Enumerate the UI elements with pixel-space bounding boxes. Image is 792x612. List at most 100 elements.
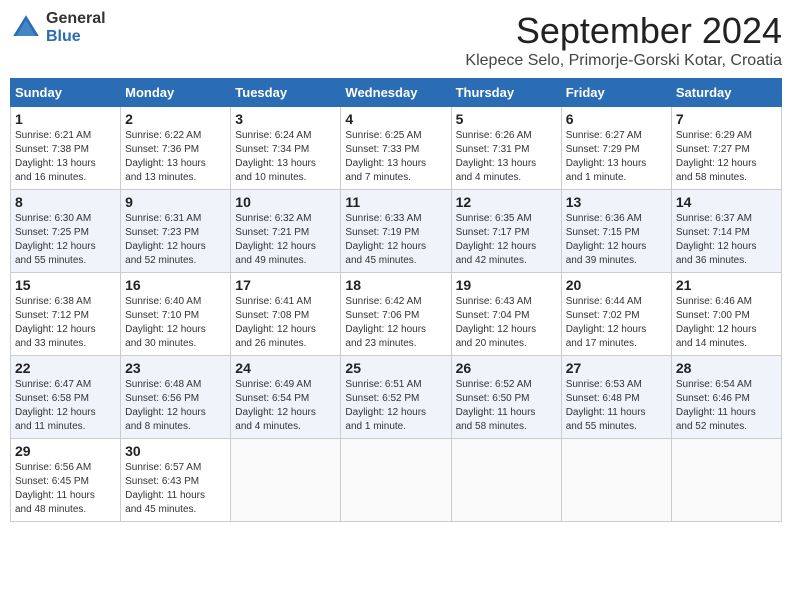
day-info: Sunrise: 6:24 AM Sunset: 7:34 PM Dayligh… — [235, 129, 336, 185]
day-number: 8 — [15, 194, 116, 210]
logo-icon — [10, 12, 42, 44]
calendar-cell: 14 Sunrise: 6:37 AM Sunset: 7:14 PM Dayli… — [671, 190, 781, 273]
day-info: Sunrise: 6:49 AM Sunset: 6:54 PM Dayligh… — [235, 378, 336, 434]
calendar-cell: 1Sunrise: 6:21 AM Sunset: 7:38 PM Daylig… — [11, 107, 121, 190]
calendar-cell: 3 Sunrise: 6:24 AM Sunset: 7:34 PM Daylig… — [231, 107, 341, 190]
day-info: Sunrise: 6:33 AM Sunset: 7:19 PM Dayligh… — [345, 212, 446, 268]
weekday-header-saturday: Saturday — [671, 79, 781, 107]
logo: General Blue — [10, 10, 106, 45]
day-info: Sunrise: 6:44 AM Sunset: 7:02 PM Dayligh… — [566, 295, 667, 351]
calendar-cell — [561, 439, 671, 522]
day-number: 3 — [235, 111, 336, 127]
calendar-cell: 18Sunrise: 6:42 AM Sunset: 7:06 PM Dayli… — [341, 273, 451, 356]
day-number: 7 — [676, 111, 777, 127]
calendar-cell — [341, 439, 451, 522]
day-info: Sunrise: 6:32 AM Sunset: 7:21 PM Dayligh… — [235, 212, 336, 268]
day-number: 30 — [125, 443, 226, 459]
day-number: 1 — [15, 111, 116, 127]
day-number: 20 — [566, 277, 667, 293]
day-info: Sunrise: 6:25 AM Sunset: 7:33 PM Dayligh… — [345, 129, 446, 185]
calendar-week-4: 22 Sunrise: 6:47 AM Sunset: 6:58 PM Dayli… — [11, 356, 782, 439]
day-number: 16 — [125, 277, 226, 293]
weekday-header-tuesday: Tuesday — [231, 79, 341, 107]
logo-blue: Blue — [46, 28, 106, 46]
day-number: 17 — [235, 277, 336, 293]
calendar-week-5: 29 Sunrise: 6:56 AM Sunset: 6:45 PM Dayli… — [11, 439, 782, 522]
weekday-header-sunday: Sunday — [11, 79, 121, 107]
header-row: SundayMondayTuesdayWednesdayThursdayFrid… — [11, 79, 782, 107]
calendar-cell: 24 Sunrise: 6:49 AM Sunset: 6:54 PM Dayli… — [231, 356, 341, 439]
title-block: September 2024 Klepece Selo, Primorje-Go… — [465, 10, 782, 70]
day-number: 13 — [566, 194, 667, 210]
day-info: Sunrise: 6:56 AM Sunset: 6:45 PM Dayligh… — [15, 461, 116, 517]
calendar-cell: 5Sunrise: 6:26 AM Sunset: 7:31 PM Daylig… — [451, 107, 561, 190]
location-title: Klepece Selo, Primorje-Gorski Kotar, Cro… — [465, 52, 782, 70]
day-info: Sunrise: 6:46 AM Sunset: 7:00 PM Dayligh… — [676, 295, 777, 351]
day-info: Sunrise: 6:29 AM Sunset: 7:27 PM Dayligh… — [676, 129, 777, 185]
day-info: Sunrise: 6:57 AM Sunset: 6:43 PM Dayligh… — [125, 461, 226, 517]
day-number: 15 — [15, 277, 116, 293]
day-info: Sunrise: 6:37 AM Sunset: 7:14 PM Dayligh… — [676, 212, 777, 268]
calendar-cell: 11 Sunrise: 6:33 AM Sunset: 7:19 PM Dayli… — [341, 190, 451, 273]
calendar-cell: 8 Sunrise: 6:30 AM Sunset: 7:25 PM Daylig… — [11, 190, 121, 273]
day-info: Sunrise: 6:52 AM Sunset: 6:50 PM Dayligh… — [456, 378, 557, 434]
day-info: Sunrise: 6:41 AM Sunset: 7:08 PM Dayligh… — [235, 295, 336, 351]
day-number: 21 — [676, 277, 777, 293]
weekday-header-friday: Friday — [561, 79, 671, 107]
weekday-header-monday: Monday — [121, 79, 231, 107]
day-number: 22 — [15, 360, 116, 376]
day-number: 27 — [566, 360, 667, 376]
day-info: Sunrise: 6:53 AM Sunset: 6:48 PM Dayligh… — [566, 378, 667, 434]
calendar-table: SundayMondayTuesdayWednesdayThursdayFrid… — [10, 78, 782, 522]
day-info: Sunrise: 6:51 AM Sunset: 6:52 PM Dayligh… — [345, 378, 446, 434]
calendar-cell: 9 Sunrise: 6:31 AM Sunset: 7:23 PM Daylig… — [121, 190, 231, 273]
logo-general: General — [46, 10, 106, 28]
month-title: September 2024 — [465, 10, 782, 52]
day-info: Sunrise: 6:31 AM Sunset: 7:23 PM Dayligh… — [125, 212, 226, 268]
day-info: Sunrise: 6:42 AM Sunset: 7:06 PM Dayligh… — [345, 295, 446, 351]
calendar-cell: 28 Sunrise: 6:54 AM Sunset: 6:46 PM Dayli… — [671, 356, 781, 439]
day-info: Sunrise: 6:38 AM Sunset: 7:12 PM Dayligh… — [15, 295, 116, 351]
day-info: Sunrise: 6:30 AM Sunset: 7:25 PM Dayligh… — [15, 212, 116, 268]
day-number: 14 — [676, 194, 777, 210]
calendar-cell: 23 Sunrise: 6:48 AM Sunset: 6:56 PM Dayli… — [121, 356, 231, 439]
day-number: 12 — [456, 194, 557, 210]
day-info: Sunrise: 6:47 AM Sunset: 6:58 PM Dayligh… — [15, 378, 116, 434]
calendar-cell: 15 Sunrise: 6:38 AM Sunset: 7:12 PM Dayli… — [11, 273, 121, 356]
calendar-cell: 16Sunrise: 6:40 AM Sunset: 7:10 PM Dayli… — [121, 273, 231, 356]
calendar-cell: 27 Sunrise: 6:53 AM Sunset: 6:48 PM Dayli… — [561, 356, 671, 439]
day-info: Sunrise: 6:35 AM Sunset: 7:17 PM Dayligh… — [456, 212, 557, 268]
day-info: Sunrise: 6:48 AM Sunset: 6:56 PM Dayligh… — [125, 378, 226, 434]
calendar-cell: 6Sunrise: 6:27 AM Sunset: 7:29 PM Daylig… — [561, 107, 671, 190]
day-info: Sunrise: 6:54 AM Sunset: 6:46 PM Dayligh… — [676, 378, 777, 434]
weekday-header-wednesday: Wednesday — [341, 79, 451, 107]
day-info: Sunrise: 6:36 AM Sunset: 7:15 PM Dayligh… — [566, 212, 667, 268]
day-number: 10 — [235, 194, 336, 210]
day-number: 26 — [456, 360, 557, 376]
calendar-cell: 10 Sunrise: 6:32 AM Sunset: 7:21 PM Dayli… — [231, 190, 341, 273]
calendar-cell: 7 Sunrise: 6:29 AM Sunset: 7:27 PM Daylig… — [671, 107, 781, 190]
calendar-cell: 19Sunrise: 6:43 AM Sunset: 7:04 PM Dayli… — [451, 273, 561, 356]
day-number: 24 — [235, 360, 336, 376]
day-info: Sunrise: 6:43 AM Sunset: 7:04 PM Dayligh… — [456, 295, 557, 351]
calendar-week-3: 15 Sunrise: 6:38 AM Sunset: 7:12 PM Dayli… — [11, 273, 782, 356]
day-number: 28 — [676, 360, 777, 376]
calendar-cell: 13 Sunrise: 6:36 AM Sunset: 7:15 PM Dayli… — [561, 190, 671, 273]
calendar-cell: 30 Sunrise: 6:57 AM Sunset: 6:43 PM Dayli… — [121, 439, 231, 522]
day-number: 25 — [345, 360, 446, 376]
calendar-week-2: 8 Sunrise: 6:30 AM Sunset: 7:25 PM Daylig… — [11, 190, 782, 273]
day-number: 9 — [125, 194, 226, 210]
calendar-cell: 4 Sunrise: 6:25 AM Sunset: 7:33 PM Daylig… — [341, 107, 451, 190]
calendar-cell: 20 Sunrise: 6:44 AM Sunset: 7:02 PM Dayli… — [561, 273, 671, 356]
day-number: 23 — [125, 360, 226, 376]
day-number: 4 — [345, 111, 446, 127]
day-info: Sunrise: 6:26 AM Sunset: 7:31 PM Dayligh… — [456, 129, 557, 185]
day-number: 2 — [125, 111, 226, 127]
calendar-cell — [671, 439, 781, 522]
calendar-cell: 29 Sunrise: 6:56 AM Sunset: 6:45 PM Dayli… — [11, 439, 121, 522]
calendar-cell: 21 Sunrise: 6:46 AM Sunset: 7:00 PM Dayli… — [671, 273, 781, 356]
day-number: 11 — [345, 194, 446, 210]
calendar-cell: 26 Sunrise: 6:52 AM Sunset: 6:50 PM Dayli… — [451, 356, 561, 439]
day-number: 29 — [15, 443, 116, 459]
page-header: General Blue September 2024 Klepece Selo… — [10, 10, 782, 70]
